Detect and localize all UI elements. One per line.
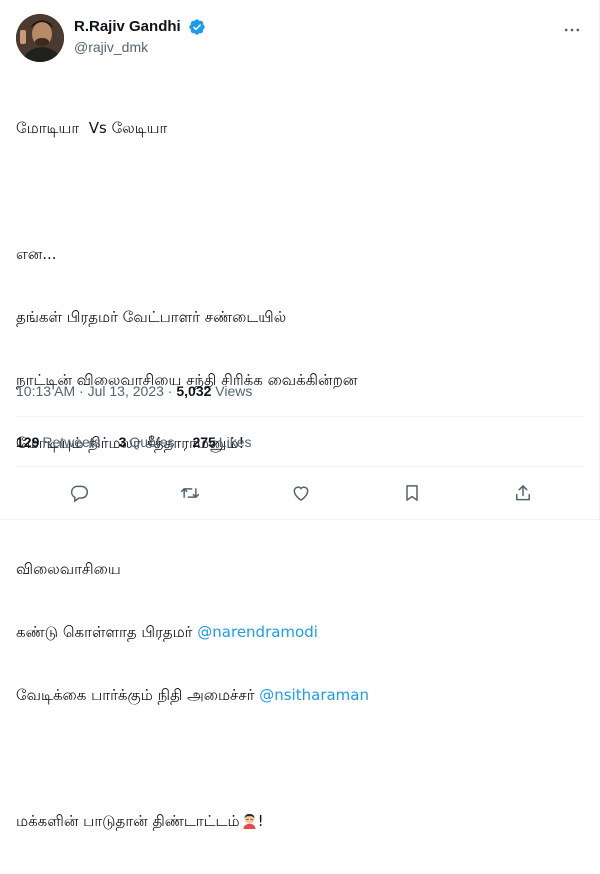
mention-nsitharaman[interactable]: @nsitharaman (259, 686, 369, 704)
avatar[interactable] (16, 14, 64, 62)
reply-icon (70, 485, 89, 503)
divider (16, 466, 584, 467)
retweet-icon (180, 488, 200, 498)
views-label: Views (211, 383, 253, 399)
tweet-line-text: வேடிக்கை பார்க்கும் நிதி அமைச்சர் (16, 686, 260, 704)
tweet-header: R.Rajiv Gandhi @rajiv_dmk (16, 12, 584, 62)
meta-separator: · (163, 383, 177, 399)
tweet-card: R.Rajiv Gandhi @rajiv_dmk மோடியா Vs லேடி… (0, 0, 600, 830)
author-names: R.Rajiv Gandhi @rajiv_dmk (74, 16, 206, 57)
share-button[interactable] (508, 478, 538, 508)
engagement-stats: 129 Retweets 3 Quotes 275 Likes (16, 432, 265, 452)
retweets-count: 129 (16, 434, 40, 450)
quotes-stat[interactable]: 3 Quotes (119, 432, 175, 452)
verified-badge-icon (189, 18, 205, 35)
bookmark-icon (406, 485, 418, 501)
tweet-line-text: கண்டு கொள்ளாத பிரதமர் (16, 623, 198, 641)
like-icon (293, 486, 309, 501)
share-icon (516, 485, 530, 501)
divider (16, 416, 584, 417)
likes-stat[interactable]: 275 Likes (192, 432, 251, 452)
quotes-count: 3 (118, 434, 127, 450)
meta-separator: · (75, 383, 88, 399)
tweet-meta: 10:13 AM · Jul 13, 2023 · 5,032 Views (16, 381, 252, 401)
profile-photo-icon (16, 14, 64, 62)
tweet-line: விலைவாசியை (16, 560, 121, 578)
tweet-line: தங்கள் பிரதமர் வேட்பாளர் சண்டையில் (16, 308, 287, 326)
reply-button[interactable] (64, 478, 94, 508)
tweet-line: மோடியா Vs லேடியா (16, 119, 168, 137)
tweet-line-text: ! (257, 812, 264, 830)
tweet-line-with-mention: வேடிக்கை பார்க்கும் நிதி அமைச்சர் @nsith… (16, 685, 576, 706)
bookmark-button[interactable] (397, 478, 427, 508)
views-count: 5,032 (176, 383, 212, 399)
like-button[interactable] (286, 478, 316, 508)
tweet-line-with-emoji: மக்களின் பாடுதான் திண்டாட்டம் ! (16, 811, 576, 832)
tweet-date[interactable]: Jul 13, 2023 (88, 383, 164, 399)
tweet-time[interactable]: 10:13 AM (16, 383, 75, 399)
action-bar (16, 472, 584, 512)
tweet-line-text: மக்களின் பாடுதான் திண்டாட்டம் (16, 812, 240, 830)
more-options-icon[interactable] (560, 18, 584, 42)
likes-count: 275 (192, 434, 216, 450)
author-handle[interactable]: @rajiv_dmk (74, 38, 206, 57)
mention-narendramodi[interactable]: @narendramodi (197, 623, 318, 641)
quotes-label: Quotes (129, 434, 175, 450)
tweet-line-with-mention: கண்டு கொள்ளாத பிரதமர் @narendramodi (16, 622, 576, 643)
author-display-name[interactable]: R.Rajiv Gandhi (74, 17, 181, 37)
tweet-line: என... (16, 245, 57, 263)
retweets-stat[interactable]: 129 Retweets (16, 432, 101, 452)
likes-label: Likes (218, 434, 252, 450)
retweet-button[interactable] (175, 478, 205, 508)
retweets-label: Retweets (42, 434, 101, 450)
face-emoji-icon (242, 813, 256, 829)
